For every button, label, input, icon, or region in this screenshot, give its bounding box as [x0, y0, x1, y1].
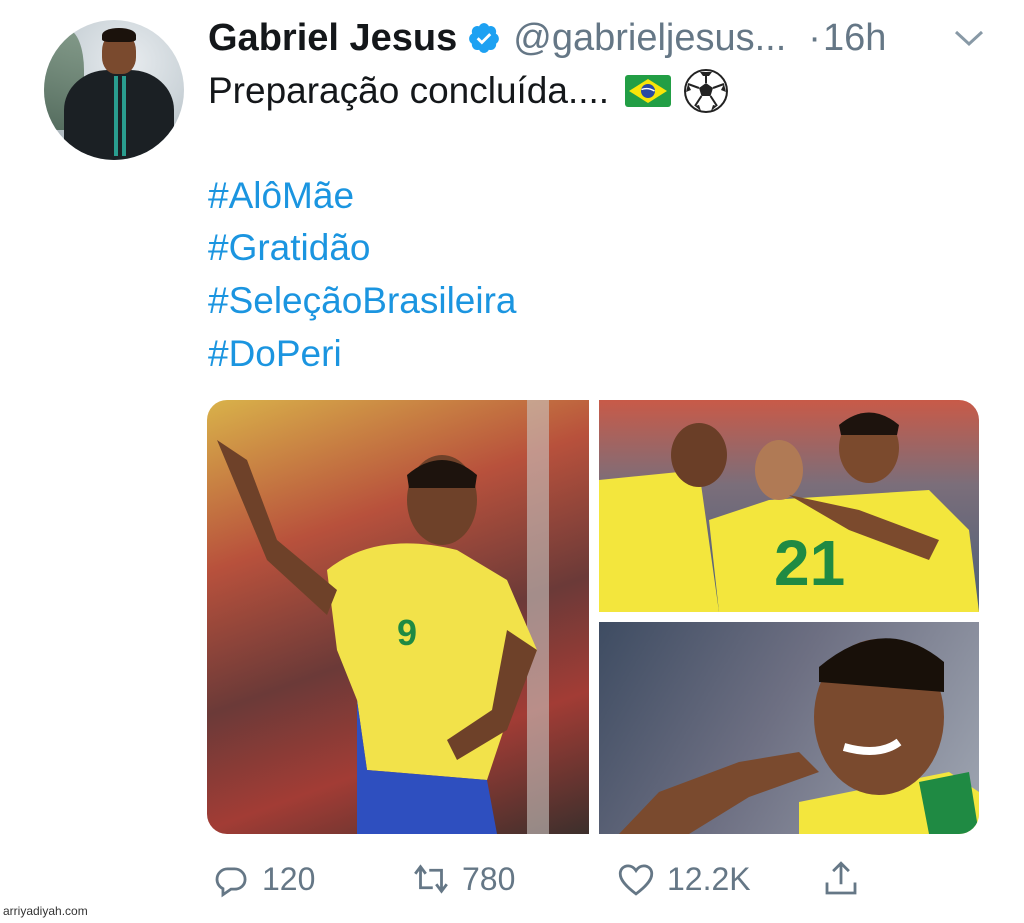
retweet-button[interactable]: 780	[410, 858, 515, 900]
photo-bottom-right-figure	[619, 638, 979, 834]
share-button[interactable]	[820, 858, 872, 900]
reply-icon	[215, 867, 247, 898]
tweet-timestamp[interactable]: 16h	[823, 17, 886, 60]
media-grid: 9 21	[207, 400, 979, 834]
avatar-hair	[102, 28, 136, 42]
like-count: 12.2K	[667, 860, 751, 897]
separator-dot: ·	[808, 16, 821, 59]
reply-button[interactable]: 120	[210, 858, 315, 900]
hashtag-link[interactable]: #Gratidão	[208, 220, 371, 276]
retweet-count: 780	[462, 860, 516, 897]
svg-text:21: 21	[774, 527, 845, 599]
watermark-text: arriyadiyah.com	[3, 904, 88, 918]
hashtag-link[interactable]: #DoPeri	[208, 326, 342, 382]
like-button[interactable]: 12.2K	[615, 858, 751, 900]
photo-player-phone-gesture[interactable]	[599, 622, 979, 834]
share-icon	[825, 861, 857, 895]
tweet-text: Preparação concluída....	[208, 63, 729, 119]
tweet-actions: 120 780 12.2K	[0, 858, 1024, 908]
soccer-ball-icon	[684, 69, 729, 113]
avatar-stripe	[122, 76, 126, 156]
photo-player-celebrating[interactable]: 9	[207, 400, 589, 834]
chevron-down-icon[interactable]	[952, 26, 986, 50]
heart-icon	[618, 864, 654, 896]
avatar-jacket	[64, 70, 174, 160]
author-avatar[interactable]	[44, 20, 184, 160]
photo-top-right-figures: 21	[599, 412, 979, 612]
retweet-icon	[414, 864, 448, 894]
author-name[interactable]: Gabriel Jesus	[208, 17, 457, 60]
photo-left-figure: 9	[217, 400, 549, 834]
reply-count: 120	[262, 860, 316, 897]
tweet-header: Gabriel Jesus @gabrieljesus... · 16h	[208, 14, 886, 62]
tweet-text-content: Preparação concluída....	[208, 70, 610, 111]
author-handle[interactable]: @gabrieljesus...	[513, 17, 786, 60]
avatar-stripe	[114, 76, 118, 156]
brazil-flag-icon	[625, 75, 672, 107]
photo-team-hug[interactable]: 21	[599, 400, 979, 612]
svg-text:9: 9	[397, 612, 417, 653]
hashtag-link[interactable]: #AlôMãe	[208, 168, 354, 224]
verified-badge-icon	[469, 23, 500, 53]
hashtag-link[interactable]: #SeleçãoBrasileira	[208, 273, 517, 329]
